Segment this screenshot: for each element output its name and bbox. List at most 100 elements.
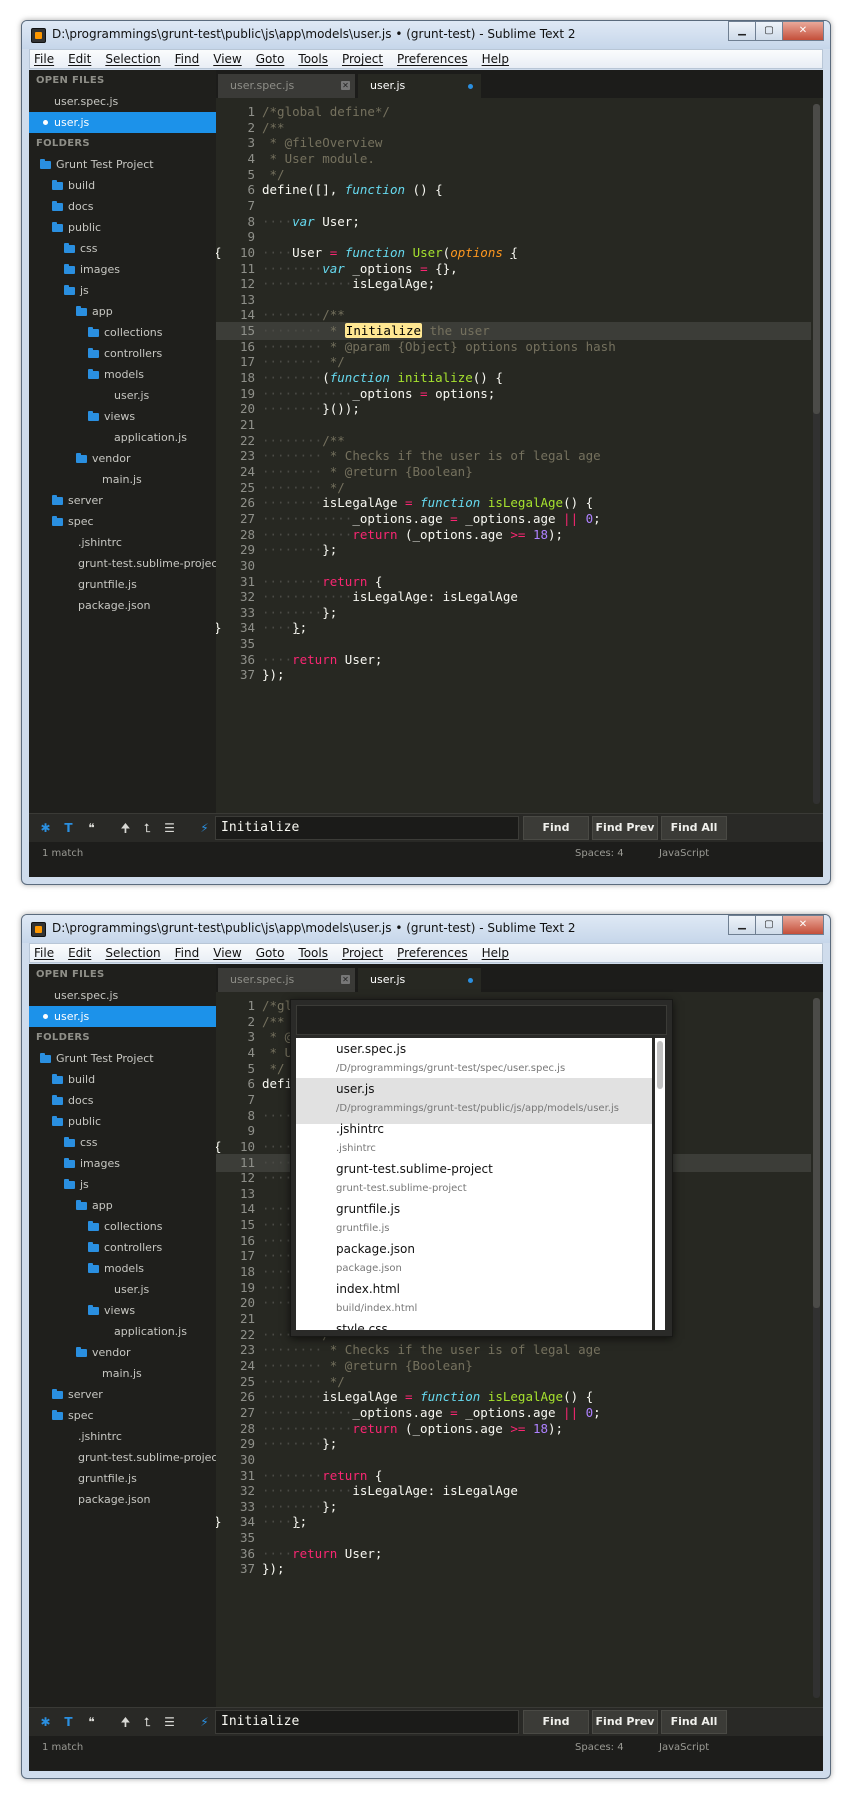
tree-item-controllers[interactable]: controllers [29,1237,216,1258]
menu-project[interactable]: Project [342,946,383,960]
tree-item-grunt-test-sublime-project[interactable]: grunt-test.sublime-project [29,1447,216,1468]
find-input[interactable]: Initialize [215,816,519,840]
tree-item-spec[interactable]: spec [29,511,216,532]
find-prev-button[interactable]: Find Prev [592,816,658,840]
tree-item-images[interactable]: images [29,259,216,280]
wrap-around-icon[interactable]: ⮤ [137,817,158,839]
highlight-matches-icon[interactable]: ⚡ [194,817,215,839]
menu-goto[interactable]: Goto [256,52,285,66]
tree-item-vendor[interactable]: vendor [29,1342,216,1363]
tree-item-models[interactable]: models [29,364,216,385]
tree-item-user-js[interactable]: user.js [29,385,216,406]
tree-item-app[interactable]: app [29,301,216,322]
tab-user-spec-js[interactable]: user.spec.js ✕ [218,74,355,98]
find-prev-button[interactable]: Find Prev [592,1710,658,1734]
editor-scrollbar[interactable] [813,104,820,804]
tree-item-main-js[interactable]: main.js [29,469,216,490]
wrap-around-icon[interactable]: ⮤ [137,1711,158,1733]
title-bar[interactable]: D:\programmings\grunt-test\public\js\app… [22,915,830,943]
tree-item-jshintrc[interactable]: .jshintrc [29,1426,216,1447]
goto-result-item[interactable]: style.css [296,1318,652,1330]
menu-help[interactable]: Help [482,946,509,960]
menu-file[interactable]: File [34,52,54,66]
tree-item-gruntfile-js[interactable]: gruntfile.js [29,1468,216,1489]
tree-item-gruntfile-js[interactable]: gruntfile.js [29,574,216,595]
title-bar[interactable]: D:\programmings\grunt-test\public\js\app… [22,21,830,49]
close-button[interactable]: ✕ [782,21,824,41]
find-all-button[interactable]: Find All [661,1710,727,1734]
tree-item-jshintrc[interactable]: .jshintrc [29,532,216,553]
open-file-user-spec-js[interactable]: user.spec.js [29,985,216,1006]
tree-item-package-json[interactable]: package.json [29,595,216,616]
code-line[interactable]: 37}); [216,666,811,684]
find-all-button[interactable]: Find All [661,816,727,840]
tree-item-vendor[interactable]: vendor [29,448,216,469]
tree-item-images[interactable]: images [29,1153,216,1174]
in-selection-icon[interactable]: ☰ [159,817,180,839]
tree-item-views[interactable]: views [29,406,216,427]
code-editor[interactable]: 1/*global define*/2/**3 * @fileOverview4… [216,98,823,813]
tab-user-spec-js[interactable]: user.spec.js ✕ [218,968,355,992]
tree-item-docs[interactable]: docs [29,196,216,217]
maximize-button[interactable]: ▢ [755,21,783,41]
find-button[interactable]: Find [523,816,589,840]
reverse-direction-icon[interactable]: 🠉 [115,817,136,839]
tree-item-docs[interactable]: docs [29,1090,216,1111]
menu-tools[interactable]: Tools [298,946,328,960]
tab-user-js[interactable]: user.js [358,968,481,992]
menu-selection[interactable]: Selection [105,946,160,960]
modified-dot-icon[interactable] [468,978,473,983]
editor-scrollbar[interactable] [813,998,820,1698]
regex-toggle-icon[interactable]: ✱ [35,1711,56,1733]
goto-anything-input[interactable] [296,1005,667,1035]
menu-view[interactable]: View [213,52,241,66]
tab-user-js[interactable]: user.js [358,74,481,98]
tree-item-controllers[interactable]: controllers [29,343,216,364]
menu-find[interactable]: Find [175,52,200,66]
status-syntax[interactable]: JavaScript [659,848,709,859]
close-button[interactable]: ✕ [782,915,824,935]
scrollbar-thumb[interactable] [813,104,820,414]
menu-help[interactable]: Help [482,52,509,66]
in-selection-icon[interactable]: ☰ [159,1711,180,1733]
find-input[interactable]: Initialize [215,1710,519,1734]
tree-item-application-js[interactable]: application.js [29,427,216,448]
minimize-button[interactable]: ▁ [728,915,756,935]
tree-item-build[interactable]: build [29,1069,216,1090]
menu-selection[interactable]: Selection [105,52,160,66]
tree-item-js[interactable]: js [29,280,216,301]
tree-item-js[interactable]: js [29,1174,216,1195]
regex-toggle-icon[interactable]: ✱ [35,817,56,839]
tree-item-grunt-test-sublime-project[interactable]: grunt-test.sublime-project [29,553,216,574]
minimize-button[interactable]: ▁ [728,21,756,41]
menu-goto[interactable]: Goto [256,946,285,960]
tree-item-css[interactable]: css [29,1132,216,1153]
tree-item-css[interactable]: css [29,238,216,259]
tree-item-models[interactable]: models [29,1258,216,1279]
tree-item-public[interactable]: public [29,217,216,238]
tree-item-package-json[interactable]: package.json [29,1489,216,1510]
whole-word-toggle-icon[interactable]: ❝ [81,1711,102,1733]
results-scrollbar[interactable] [655,1038,665,1330]
menu-preferences[interactable]: Preferences [397,52,468,66]
modified-dot-icon[interactable] [468,84,473,89]
code-line[interactable]: 37}); [216,1560,811,1578]
status-indentation[interactable]: Spaces: 4 [575,1742,624,1753]
menu-edit[interactable]: Edit [68,52,91,66]
tree-item-public[interactable]: public [29,1111,216,1132]
tree-item-views[interactable]: views [29,1300,216,1321]
tree-item-app[interactable]: app [29,1195,216,1216]
scrollbar-thumb[interactable] [813,998,820,1308]
tree-item-spec[interactable]: spec [29,1405,216,1426]
tab-close-icon[interactable]: ✕ [341,975,350,984]
tree-item-server[interactable]: server [29,1384,216,1405]
find-button[interactable]: Find [523,1710,589,1734]
status-indentation[interactable]: Spaces: 4 [575,848,624,859]
tree-item-collections[interactable]: collections [29,322,216,343]
tree-item-build[interactable]: build [29,175,216,196]
tree-item-user-js[interactable]: user.js [29,1279,216,1300]
case-sensitive-toggle-icon[interactable]: T [58,817,79,839]
menu-preferences[interactable]: Preferences [397,946,468,960]
maximize-button[interactable]: ▢ [755,915,783,935]
results-scrollbar-thumb[interactable] [657,1041,663,1089]
